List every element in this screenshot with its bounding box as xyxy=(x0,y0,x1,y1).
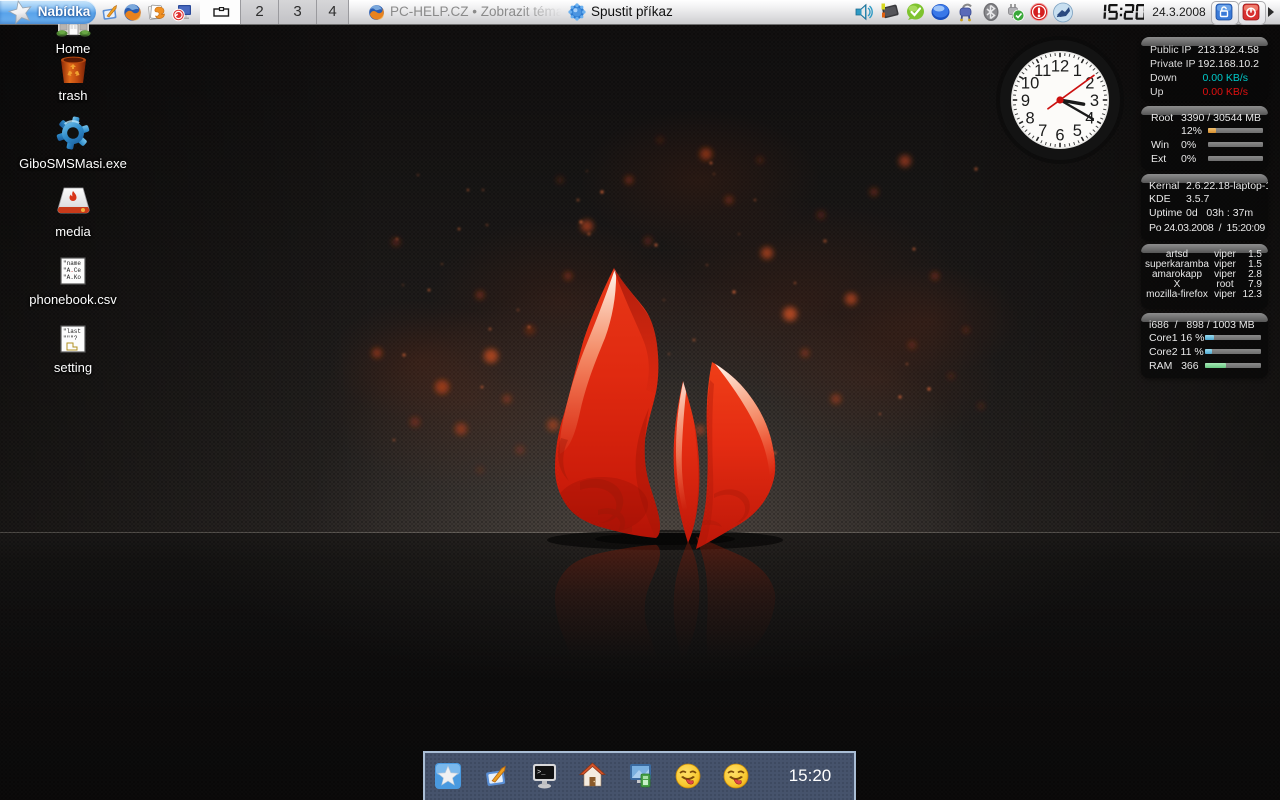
svg-text:8: 8 xyxy=(1026,109,1035,127)
svg-text:"name: "name xyxy=(63,260,81,267)
svg-text:7: 7 xyxy=(1038,122,1047,140)
svg-text:>_: >_ xyxy=(537,769,546,777)
svg-text:11: 11 xyxy=(1034,62,1051,80)
svg-text:5: 5 xyxy=(1073,122,1082,140)
svg-text:"""?: """? xyxy=(63,335,78,342)
svg-text:"A.Ko: "A.Ko xyxy=(63,274,81,281)
svg-text:"A.Ce: "A.Ce xyxy=(63,267,81,274)
svg-text:12: 12 xyxy=(1051,58,1069,76)
svg-text:6: 6 xyxy=(1055,127,1064,145)
svg-text:"last: "last xyxy=(63,328,81,335)
svg-text:1: 1 xyxy=(1073,62,1082,80)
svg-text:3: 3 xyxy=(1090,92,1099,110)
svg-text:9: 9 xyxy=(1021,92,1030,110)
